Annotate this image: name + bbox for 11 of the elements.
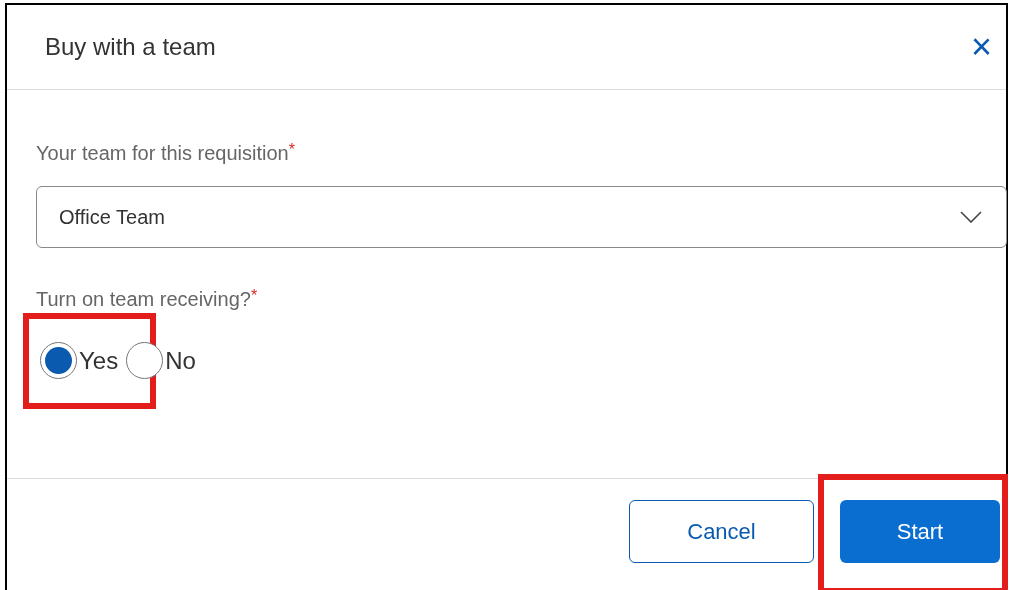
- chevron-down-icon: [960, 211, 982, 223]
- team-select[interactable]: Office Team: [36, 186, 1007, 248]
- radio-option[interactable]: Yes: [40, 342, 119, 379]
- dialog-title: Buy with a team: [45, 32, 216, 62]
- close-button[interactable]: ×: [966, 29, 996, 65]
- required-mark: *: [288, 140, 295, 158]
- field-label: Turn on team receiving?: [36, 287, 251, 312]
- cancel-button[interactable]: Cancel: [629, 500, 814, 563]
- required-mark: *: [250, 286, 258, 304]
- field-label: Your team for this requisition: [36, 141, 289, 166]
- start-button[interactable]: Start: [840, 500, 1000, 563]
